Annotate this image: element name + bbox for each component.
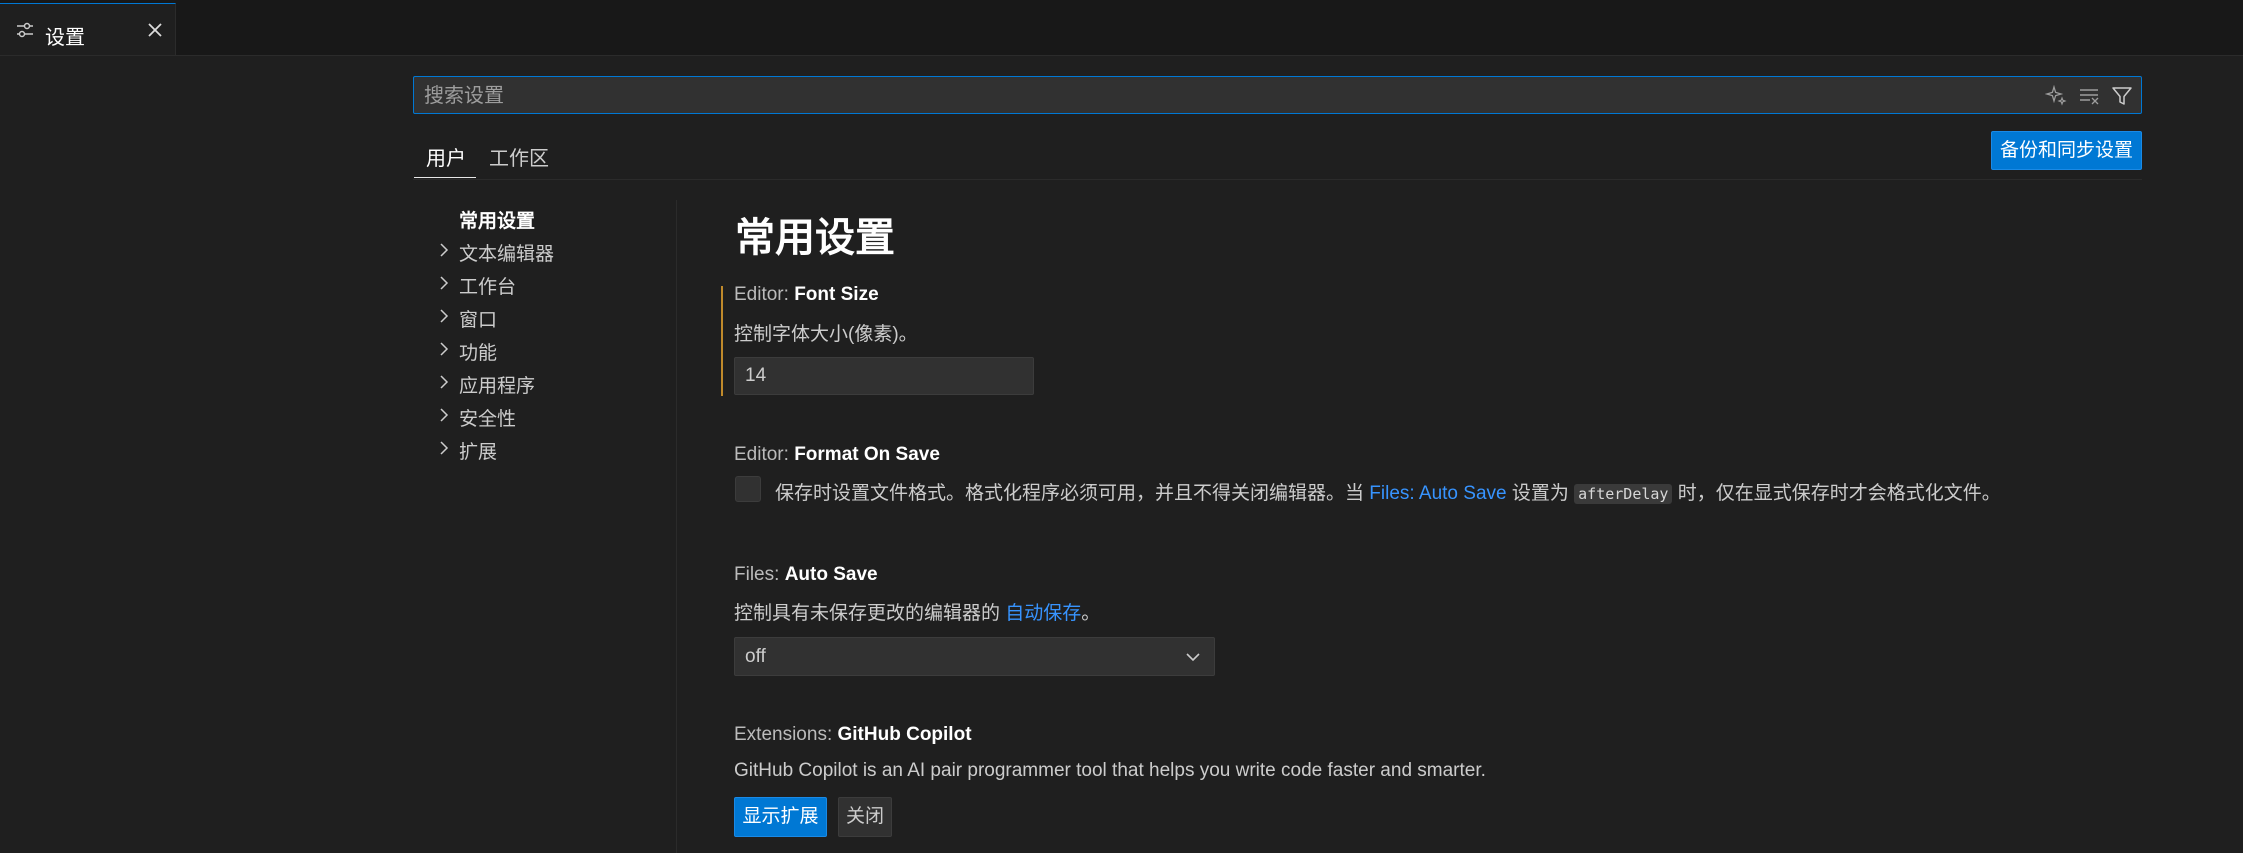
auto-save-value: off (745, 646, 766, 667)
close-icon[interactable] (144, 19, 166, 41)
setting-title-format-on-save: Editor: Format On Save (734, 444, 940, 465)
tab-workspace[interactable]: 工作区 (489, 142, 549, 171)
format-on-save-checkbox[interactable] (735, 476, 761, 502)
setting-description-auto-save: 控制具有未保存更改的编辑器的 自动保存。 (734, 603, 1101, 624)
settings-search-box (413, 76, 2142, 115)
ai-sparkle-icon[interactable] (2045, 85, 2067, 107)
setting-description-copilot: GitHub Copilot is an AI pair programmer … (734, 760, 1486, 781)
files-auto-save-link[interactable]: Files: Auto Save (1369, 483, 1506, 504)
toc-item-label: 窗口 (459, 310, 498, 331)
toc-item-label: 功能 (459, 343, 498, 364)
setting-description-font-size: 控制字体大小(像素)。 (734, 324, 918, 345)
setting-title-auto-save: Files: Auto Save (734, 564, 878, 585)
toc-item-label: 安全性 (459, 409, 517, 430)
chevron-right-icon (440, 309, 449, 323)
setting-description-format-on-save: 保存时设置文件格式。格式化程序必须可用，并且不得关闭编辑器。当 Files: A… (775, 483, 2001, 504)
auto-save-link[interactable]: 自动保存 (1005, 603, 1081, 624)
toc-item-label: 工作台 (459, 277, 517, 298)
auto-save-dropdown[interactable]: off (734, 637, 1215, 676)
editor-tab-bar: 设置 (0, 0, 2243, 56)
scope-tabs-divider (413, 179, 2142, 180)
chevron-right-icon (440, 342, 449, 356)
close-button[interactable]: 关闭 (838, 797, 892, 837)
toc-item-label: 应用程序 (459, 376, 536, 397)
active-tab-indicator (414, 177, 476, 178)
tab-user[interactable]: 用户 (426, 142, 466, 171)
filter-icon[interactable] (2111, 85, 2133, 107)
after-delay-code: afterDelay (1574, 484, 1673, 504)
toc-item-label: 文本编辑器 (459, 244, 555, 265)
chevron-right-icon (440, 441, 449, 455)
chevron-right-icon (440, 276, 449, 290)
toc-item-label: 扩展 (459, 442, 498, 463)
section-title: 常用设置 (735, 216, 895, 260)
setting-title-copilot: Extensions: GitHub Copilot (734, 724, 972, 745)
settings-tab-label: 设置 (45, 27, 85, 49)
toc-item-label: 常用设置 (459, 211, 536, 232)
chevron-right-icon (440, 243, 449, 257)
chevron-right-icon (440, 408, 449, 422)
modified-indicator (721, 286, 723, 396)
chevron-down-icon (1186, 653, 1200, 662)
settings-sliders-icon (17, 22, 33, 38)
clear-filter-list-icon[interactable] (2078, 85, 2100, 107)
settings-search-input[interactable] (422, 77, 2026, 115)
font-size-input[interactable]: 14 (734, 357, 1034, 395)
setting-title-font-size: Editor: Font Size (734, 284, 879, 305)
backup-sync-settings-button[interactable]: 备份和同步设置 (1991, 131, 2142, 170)
toc-divider (676, 200, 677, 853)
settings-tab[interactable]: 设置 (0, 3, 176, 55)
chevron-right-icon (440, 375, 449, 389)
show-extension-button[interactable]: 显示扩展 (734, 797, 827, 837)
